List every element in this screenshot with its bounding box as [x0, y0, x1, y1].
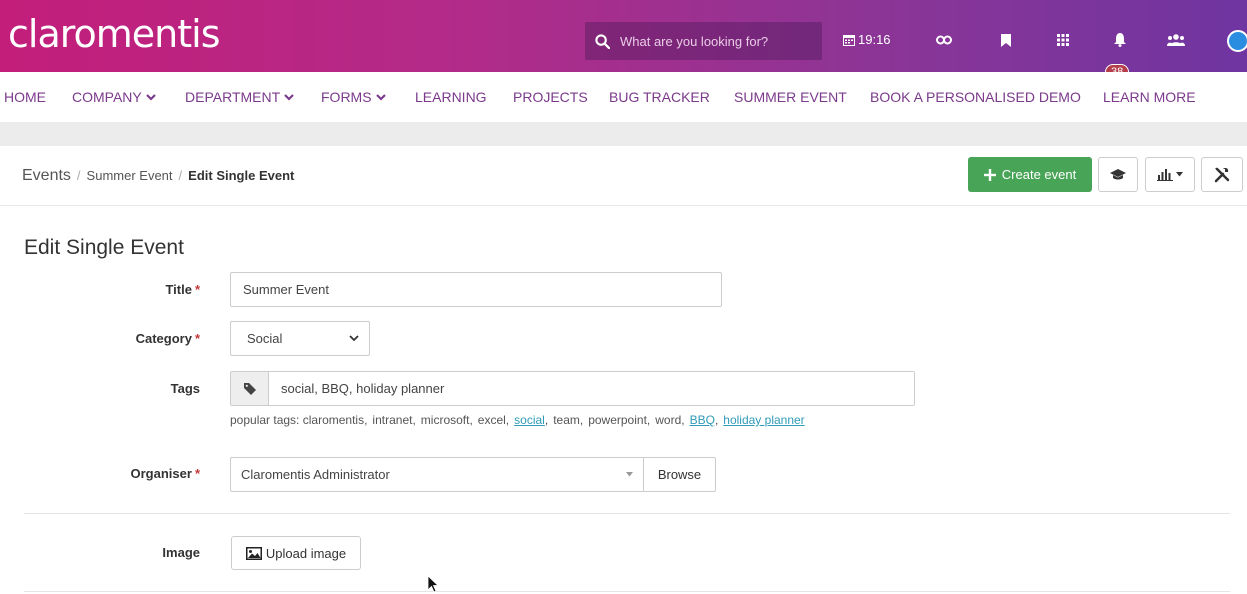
nav-item-learning[interactable]: LEARNING	[415, 89, 487, 105]
tags-label: Tags	[170, 381, 200, 396]
tag-addon	[231, 372, 269, 405]
top-header: claromentis 19:16	[0, 0, 1247, 72]
calendar-icon	[843, 34, 855, 46]
chevron-down-icon	[145, 93, 156, 101]
breadcrumb-events[interactable]: Events	[22, 167, 71, 184]
search-box[interactable]	[585, 22, 822, 60]
popular-tag[interactable]: word,	[655, 413, 684, 427]
apps-grid-icon[interactable]	[1053, 30, 1073, 50]
plus-icon	[983, 168, 996, 181]
popular-tag-selected[interactable]: social	[514, 413, 545, 427]
nav-item-department[interactable]: DEPARTMENT	[185, 89, 294, 105]
nav-item-book-demo[interactable]: BOOK A PERSONALISED DEMO	[870, 89, 1081, 105]
popular-tag[interactable]: intranet,	[372, 413, 415, 427]
caret-down-icon	[1176, 172, 1183, 177]
popular-tag-selected[interactable]: holiday planner	[723, 413, 804, 427]
search-input[interactable]	[620, 33, 810, 49]
chevron-down-icon	[284, 93, 294, 101]
tags-field	[230, 371, 915, 406]
chevron-down-icon	[349, 335, 359, 342]
breadcrumb-summer-event[interactable]: Summer Event	[87, 168, 173, 183]
popular-tags: popular tags: claromentis, intranet, micro…	[230, 413, 805, 427]
category-select[interactable]: Social	[230, 321, 370, 356]
reports-dropdown-button[interactable]	[1145, 157, 1195, 192]
admin-tools-button[interactable]	[1201, 157, 1243, 192]
graduation-cap-icon	[1110, 168, 1126, 179]
nav-item-company[interactable]: COMPANY	[72, 89, 156, 105]
nav-item-projects[interactable]: PROJECTS	[513, 89, 588, 105]
image-icon	[245, 546, 262, 560]
user-avatar[interactable]	[1227, 30, 1247, 52]
breadcrumb-current: Edit Single Event	[188, 168, 295, 183]
nav-item-forms[interactable]: FORMS	[321, 89, 386, 105]
logo[interactable]: claromentis	[8, 12, 221, 56]
category-label: Category *	[135, 331, 200, 346]
learning-button[interactable]	[1098, 157, 1138, 192]
nav-item-bug-tracker[interactable]: BUG TRACKER	[609, 89, 710, 105]
people-icon[interactable]	[1166, 30, 1186, 50]
gray-band	[0, 122, 1247, 146]
organiser-label: Organiser *	[130, 466, 200, 481]
title-label: Title *	[165, 282, 200, 297]
upload-image-button[interactable]: Upload image	[231, 536, 361, 570]
popular-tag-separator: ,	[544, 413, 549, 427]
popular-tag-selected[interactable]: BBQ	[690, 413, 715, 427]
tools-icon	[1214, 167, 1230, 182]
chevron-down-icon	[375, 93, 386, 101]
popular-tag[interactable]: excel,	[478, 413, 509, 427]
nav-item-home[interactable]: HOME	[4, 89, 46, 105]
tag-icon	[243, 382, 256, 395]
popular-tag[interactable]: microsoft,	[421, 413, 473, 427]
title-input[interactable]	[230, 272, 722, 307]
link-icon[interactable]	[934, 30, 954, 50]
caret-down-icon	[626, 472, 633, 477]
bookmark-icon[interactable]	[996, 30, 1016, 50]
main-nav: HOME COMPANY DEPARTMENT FORMS LEARNING P…	[0, 72, 1247, 120]
popular-tag-separator: ,	[714, 413, 719, 427]
popular-tag[interactable]: powerpoint,	[588, 413, 650, 427]
tags-input[interactable]	[269, 372, 914, 405]
header-divider	[0, 205, 1247, 206]
calendar-time[interactable]: 19:16	[843, 32, 891, 47]
bell-icon[interactable]	[1110, 30, 1130, 50]
create-event-button[interactable]: Create event	[968, 157, 1092, 192]
header-time: 19:16	[858, 32, 891, 47]
image-label: Image	[162, 545, 200, 560]
search-icon	[595, 33, 610, 49]
page-title: Edit Single Event	[24, 236, 184, 259]
nav-item-summer-event[interactable]: SUMMER EVENT	[734, 89, 847, 105]
section-divider	[24, 591, 1230, 592]
nav-item-learn-more[interactable]: LEARN MORE	[1103, 89, 1196, 105]
popular-tag[interactable]: claromentis,	[303, 413, 368, 427]
popular-tag[interactable]: team,	[553, 413, 583, 427]
browse-button[interactable]: Browse	[643, 457, 716, 492]
bar-chart-icon	[1157, 168, 1173, 181]
organiser-select[interactable]: Claromentis Administrator	[230, 457, 644, 492]
section-divider	[24, 513, 1230, 514]
mouse-cursor-icon	[428, 576, 440, 593]
breadcrumb: Events / Summer Event / Edit Single Event	[22, 167, 295, 184]
